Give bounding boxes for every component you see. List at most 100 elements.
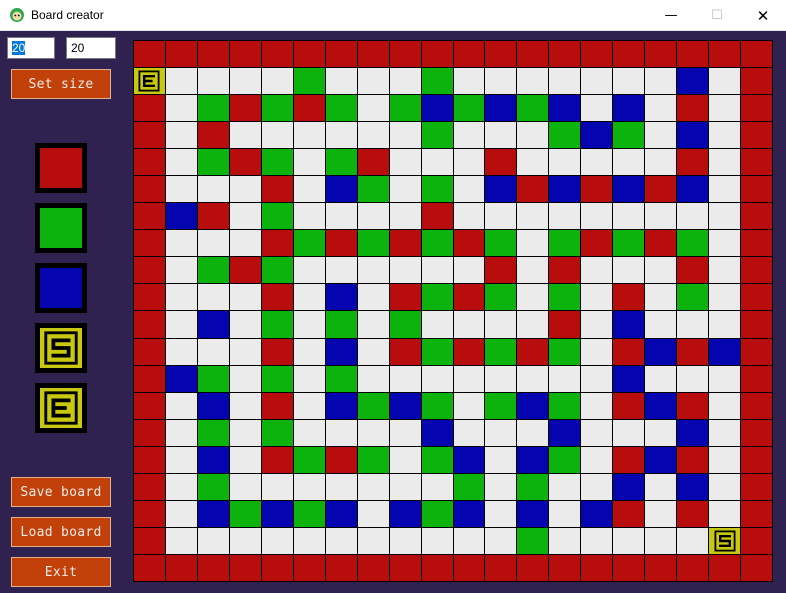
board-cell[interactable] [357,68,389,95]
board-cell[interactable] [389,68,421,95]
board-cell[interactable] [517,500,549,527]
board-cell[interactable] [581,149,613,176]
board-cell[interactable] [357,527,389,554]
board-cell[interactable] [549,527,581,554]
board-cell[interactable] [165,419,197,446]
board-cell[interactable] [165,554,197,581]
board-cell[interactable] [325,284,357,311]
board-cell[interactable] [325,554,357,581]
board-cell[interactable] [261,284,293,311]
board-cell[interactable] [613,122,645,149]
board-cell[interactable] [485,95,517,122]
board-cell[interactable] [709,473,741,500]
board-cell[interactable] [197,68,229,95]
board-cell[interactable] [421,95,453,122]
board-cell[interactable] [453,203,485,230]
board-cell[interactable] [165,203,197,230]
board-cell[interactable] [325,392,357,419]
board-cell[interactable] [197,41,229,68]
board-cell[interactable] [613,203,645,230]
board-cell[interactable] [645,419,677,446]
board-cell[interactable] [134,95,165,122]
board-cell[interactable] [293,230,325,257]
board-cell[interactable] [677,365,709,392]
board-cell[interactable] [134,149,165,176]
board-cell[interactable] [389,500,421,527]
board-cell[interactable] [549,176,581,203]
board-cell[interactable] [677,68,709,95]
board-cell[interactable] [741,419,772,446]
board-cell[interactable] [325,527,357,554]
board-cell[interactable] [229,68,261,95]
board-cell[interactable] [293,257,325,284]
board-cell[interactable] [741,446,772,473]
board-cell[interactable] [421,122,453,149]
board-cell[interactable] [325,122,357,149]
board-cell[interactable] [453,149,485,176]
board-cell[interactable] [325,365,357,392]
board-cell[interactable] [453,257,485,284]
board-cell[interactable] [421,446,453,473]
board-cell[interactable] [581,311,613,338]
board-cell[interactable] [677,95,709,122]
board-cell[interactable] [293,527,325,554]
board-cell[interactable] [453,230,485,257]
board-cell[interactable] [517,149,549,176]
board-cell[interactable] [421,338,453,365]
board-cell[interactable] [197,95,229,122]
board-cell[interactable] [357,392,389,419]
board-cell[interactable] [549,95,581,122]
board-cell[interactable] [741,122,772,149]
board-cell[interactable] [229,122,261,149]
board-cell[interactable] [229,149,261,176]
board-cell[interactable] [389,392,421,419]
board-cell[interactable] [517,68,549,95]
board-cell[interactable] [325,419,357,446]
board-cell[interactable] [165,284,197,311]
board-cell[interactable] [581,176,613,203]
board-cell[interactable] [389,203,421,230]
board-cell[interactable] [229,230,261,257]
board-width-input[interactable]: 20 [7,37,55,59]
board-cell[interactable] [197,176,229,203]
exit-button[interactable]: Exit [11,557,111,587]
board-cell[interactable] [549,554,581,581]
board-cell[interactable] [517,419,549,446]
board-cell[interactable] [357,554,389,581]
board-cell[interactable] [453,176,485,203]
board-cell[interactable] [134,284,165,311]
board-cell[interactable] [197,230,229,257]
board-cell[interactable] [709,68,741,95]
board-cell[interactable] [357,203,389,230]
board-cell[interactable] [229,500,261,527]
board-cell[interactable] [165,392,197,419]
board-cell[interactable] [677,473,709,500]
board-cell[interactable] [613,554,645,581]
board-cell[interactable] [645,41,677,68]
board-cell[interactable] [389,149,421,176]
board-cell[interactable] [549,41,581,68]
board-cell[interactable] [261,365,293,392]
board-cell[interactable] [293,203,325,230]
board-cell[interactable] [741,284,772,311]
board-cell[interactable] [229,527,261,554]
board-cell[interactable] [677,284,709,311]
board-cell[interactable] [581,473,613,500]
minimize-button[interactable]: — [648,0,694,31]
board-cell[interactable] [581,284,613,311]
board-cell[interactable] [613,257,645,284]
board-cell[interactable] [134,446,165,473]
board-cell[interactable] [645,446,677,473]
board-cell[interactable] [581,446,613,473]
board-cell[interactable] [709,257,741,284]
board-cell[interactable] [581,500,613,527]
board-cell[interactable] [421,311,453,338]
board-cell[interactable] [677,338,709,365]
board-cell[interactable] [485,446,517,473]
board-cell[interactable] [229,365,261,392]
board-cell[interactable] [613,284,645,311]
board-cell[interactable] [357,284,389,311]
board-cell[interactable] [613,365,645,392]
board-cell[interactable] [613,446,645,473]
board-cell[interactable] [453,554,485,581]
